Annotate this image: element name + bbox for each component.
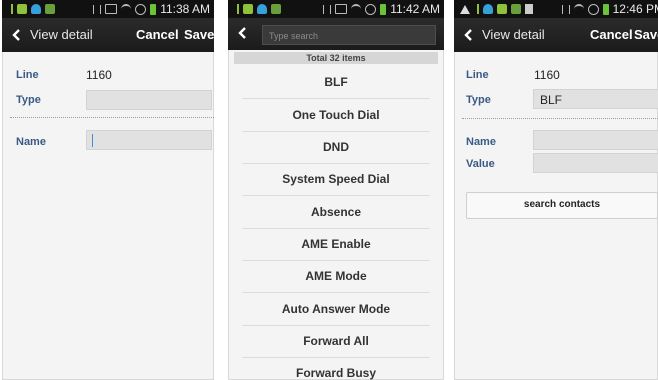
list-item-ame-mode[interactable]: AME Mode (242, 260, 430, 293)
total-items-count: Total 32 items (234, 52, 438, 64)
bluetooth-icon (323, 4, 332, 14)
cloud-icon (31, 4, 41, 14)
line-label: Line (466, 69, 489, 81)
name-label: Name (16, 136, 46, 148)
save-button[interactable]: Save (184, 27, 214, 42)
status-bar: 11:42 AM (228, 0, 444, 18)
app-icon (271, 4, 281, 14)
app-icon (17, 4, 27, 14)
list-item-absence[interactable]: Absence (242, 196, 430, 229)
battery-icon (602, 3, 609, 15)
list-item-forward-busy[interactable]: Forward Busy (242, 357, 430, 380)
phone-screen-view-detail: 11:38 AM View detail Cancel Save Line 11… (2, 0, 214, 380)
bluetooth-icon (93, 4, 102, 14)
document-icon (525, 4, 533, 14)
no-signal-icon (365, 3, 377, 15)
cloud-icon (257, 4, 267, 14)
back-arrow-icon[interactable] (9, 27, 25, 43)
usb-icon (11, 4, 13, 14)
name-label: Name (466, 136, 496, 148)
name-field[interactable] (533, 130, 658, 150)
list-item-ame-enable[interactable]: AME Enable (242, 228, 430, 261)
app-icon (511, 4, 521, 14)
value-label: Value (466, 158, 495, 170)
mute-icon (335, 4, 348, 14)
line-value: 1160 (534, 68, 560, 82)
value-field[interactable] (533, 153, 658, 173)
type-field[interactable]: BLF (533, 89, 658, 109)
type-value: BLF (540, 93, 563, 107)
divider (462, 118, 658, 119)
action-bar: View detail Cancel Save (2, 18, 214, 52)
type-label: Type (16, 94, 41, 106)
line-value: 1160 (86, 68, 112, 82)
app-icon (243, 4, 253, 14)
cancel-button[interactable]: Cancel (136, 27, 179, 42)
text-cursor (92, 134, 93, 147)
line-label: Line (16, 69, 39, 81)
cloud-icon (483, 4, 493, 14)
phone-screen-view-detail-blf: 12:46 PM View detail Cancel Save Line 11… (454, 0, 658, 380)
search-input[interactable]: Type search (262, 25, 436, 45)
divider (10, 117, 214, 118)
type-field[interactable] (86, 90, 212, 110)
wifi-icon (351, 3, 362, 15)
warning-icon (460, 4, 470, 14)
cancel-button[interactable]: Cancel (590, 27, 633, 42)
battery-icon (380, 3, 387, 15)
status-time: 11:42 AM (390, 2, 440, 16)
list-item-blf[interactable]: BLF (242, 66, 430, 99)
no-signal-icon (135, 3, 147, 15)
wifi-icon (573, 3, 584, 15)
type-label: Type (466, 94, 491, 106)
mute-icon (105, 4, 118, 14)
status-bar: 12:46 PM (454, 0, 658, 18)
usb-icon (477, 4, 479, 14)
list-item-dnd[interactable]: DND (242, 131, 430, 164)
list-item-forward-all[interactable]: Forward All (242, 325, 430, 358)
phone-screen-type-list: 11:42 AM Type search Total 32 items BLF … (228, 0, 444, 380)
action-bar: View detail Cancel Save (454, 18, 658, 52)
no-signal-icon (587, 3, 599, 15)
save-button[interactable]: Save (634, 27, 658, 42)
list-item-one-touch-dial[interactable]: One Touch Dial (242, 99, 430, 132)
status-time: 12:46 PM (612, 2, 658, 16)
back-arrow-icon[interactable] (461, 27, 477, 43)
name-field[interactable] (86, 130, 212, 150)
app-icon (497, 4, 507, 14)
app-icon (45, 4, 55, 14)
search-contacts-button[interactable]: search contacts (466, 192, 658, 219)
wifi-icon (121, 3, 132, 15)
view-detail-title[interactable]: View detail (482, 27, 545, 42)
status-bar: 11:38 AM (2, 0, 214, 18)
list-item-system-speed-dial[interactable]: System Speed Dial (242, 163, 430, 196)
bluetooth-icon (561, 4, 570, 14)
status-time: 11:38 AM (160, 2, 210, 16)
usb-icon (237, 4, 239, 14)
battery-icon (150, 3, 157, 15)
list-item-auto-answer-mode[interactable]: Auto Answer Mode (242, 293, 430, 326)
back-arrow-icon[interactable] (235, 25, 251, 41)
view-detail-title[interactable]: View detail (30, 27, 93, 42)
